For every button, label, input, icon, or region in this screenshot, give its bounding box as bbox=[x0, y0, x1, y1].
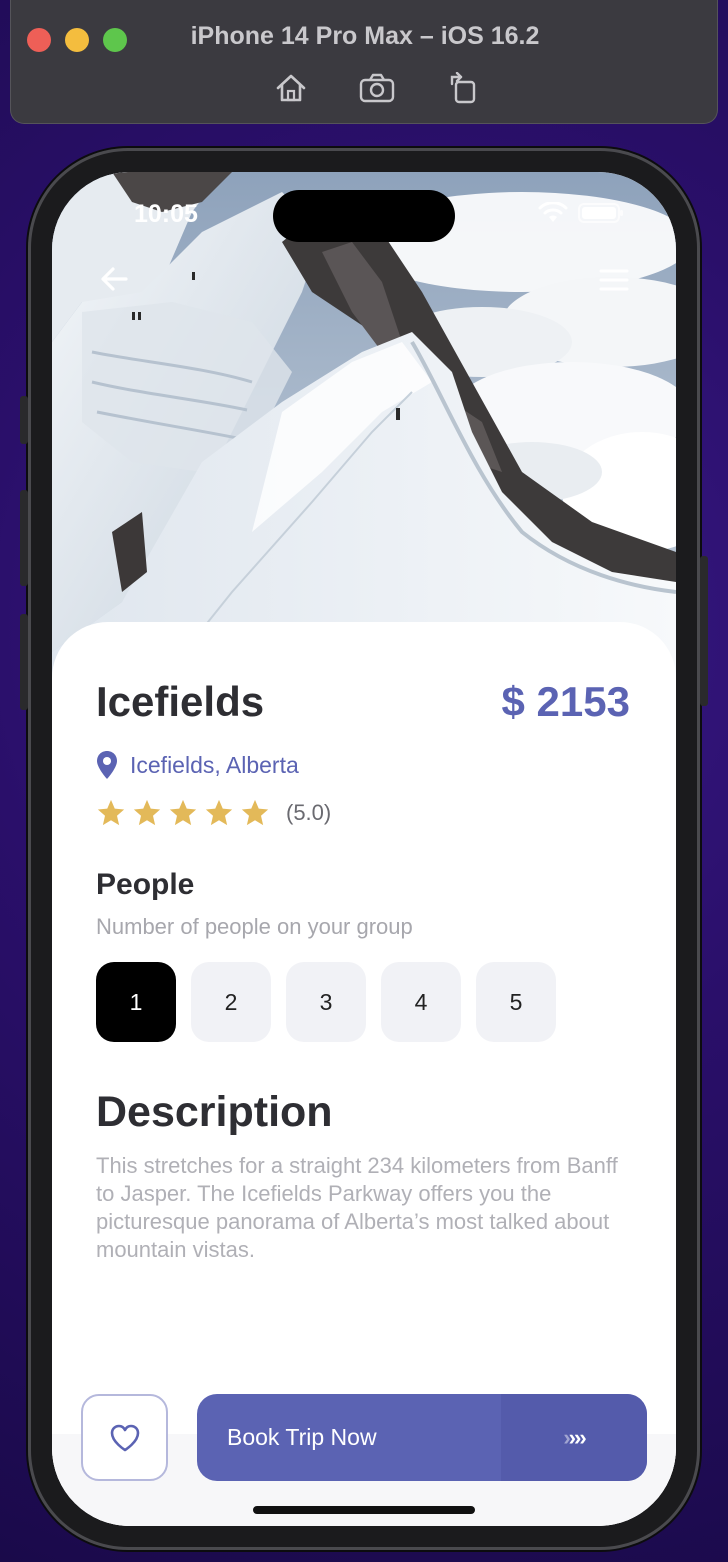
screenshot-icon[interactable] bbox=[359, 70, 395, 106]
home-icon[interactable] bbox=[273, 70, 309, 106]
menu-button[interactable] bbox=[598, 266, 630, 294]
star-icon bbox=[241, 799, 269, 826]
people-option-5[interactable]: 5 bbox=[476, 962, 556, 1042]
people-option-2[interactable]: 2 bbox=[191, 962, 271, 1042]
home-indicator bbox=[253, 1506, 475, 1514]
chevrons-right-icon: › ››› bbox=[501, 1394, 647, 1481]
trip-title: Icefields bbox=[96, 678, 265, 725]
battery-icon bbox=[578, 203, 623, 223]
wifi-icon bbox=[538, 202, 568, 222]
star-icon bbox=[97, 799, 125, 826]
simulator-title: iPhone 14 Pro Max – iOS 16.2 bbox=[190, 22, 540, 50]
status-icons bbox=[538, 202, 624, 224]
rating-value: (5.0) bbox=[286, 800, 332, 825]
trip-details-card: Icefields $ 2153 Icefields, Alberta (5.0… bbox=[52, 622, 676, 1526]
dynamic-island bbox=[273, 190, 455, 242]
people-option-4[interactable]: 4 bbox=[381, 962, 461, 1042]
location-pin-icon bbox=[97, 751, 117, 779]
book-trip-label: Book Trip Now bbox=[227, 1424, 377, 1450]
star-icon bbox=[133, 799, 161, 826]
volume-up-button bbox=[20, 490, 28, 586]
trip-rating: (5.0) bbox=[96, 798, 331, 828]
menu-icon bbox=[599, 269, 629, 291]
star-icon bbox=[169, 799, 197, 826]
arrow-left-icon bbox=[101, 267, 128, 291]
book-trip-button[interactable]: Book Trip Now › ››› bbox=[197, 1394, 647, 1481]
power-button bbox=[700, 556, 708, 706]
heart-icon bbox=[110, 1424, 139, 1451]
favorite-button[interactable] bbox=[81, 1394, 168, 1481]
description-heading: Description bbox=[96, 1088, 333, 1136]
star-icon bbox=[205, 799, 233, 826]
simulator-title-bar: iPhone 14 Pro Max – iOS 16.2 bbox=[10, 0, 718, 124]
people-option-1[interactable]: 1 bbox=[96, 962, 176, 1042]
status-time: 10:05 bbox=[134, 200, 198, 228]
people-heading: People bbox=[96, 868, 195, 901]
location-text: Icefields, Alberta bbox=[130, 751, 299, 778]
people-selector: 1 2 3 4 5 bbox=[96, 962, 556, 1042]
trip-location: Icefields, Alberta bbox=[96, 750, 299, 780]
description-text: This stretches for a straight 234 kilome… bbox=[96, 1153, 618, 1262]
hero-image bbox=[52, 172, 676, 692]
volume-down-button bbox=[20, 614, 28, 710]
people-subtitle: Number of people on your group bbox=[96, 914, 413, 939]
simulator-toolbar bbox=[273, 70, 481, 106]
back-button[interactable] bbox=[98, 262, 132, 296]
rotate-icon[interactable] bbox=[445, 70, 481, 106]
mute-switch bbox=[20, 396, 28, 444]
phone-screen: 10:05 Icefields $ 2153 Icefields, Albert… bbox=[52, 172, 676, 1526]
trip-price: $ 2153 bbox=[501, 678, 630, 725]
people-option-3[interactable]: 3 bbox=[286, 962, 366, 1042]
